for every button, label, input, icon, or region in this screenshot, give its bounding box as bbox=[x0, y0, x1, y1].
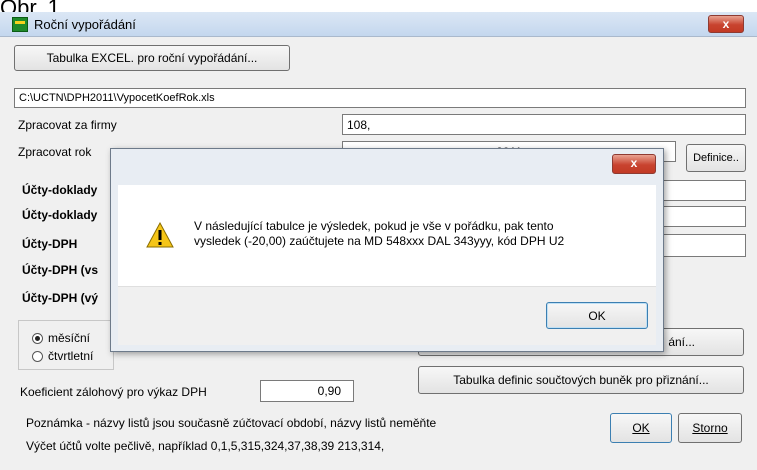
definitions-table-button[interactable]: Tabulka definic součtových buněk pro při… bbox=[418, 366, 744, 394]
ucty-dph-label: Účty-DPH bbox=[22, 237, 78, 251]
dialog-message-line-2: vysledek (-20,00) zaúčtujete na MD 548xx… bbox=[194, 234, 565, 248]
note-line-2: Výčet účtů volte pečlivě, například 0,1,… bbox=[26, 439, 385, 453]
ok-button[interactable]: OK bbox=[610, 413, 672, 443]
ucty-doklady-input-2[interactable] bbox=[660, 206, 746, 227]
quarterly-label: čtvrtletní bbox=[48, 349, 94, 363]
ucty-doklady-input-1[interactable] bbox=[660, 180, 746, 201]
figure-caption: Obr. 1 bbox=[0, 0, 60, 12]
ucty-dph-vs-label: Účty-DPH (vs bbox=[22, 263, 99, 277]
dialog-ok-button[interactable]: OK bbox=[546, 302, 648, 329]
monthly-label: měsíční bbox=[48, 331, 91, 345]
ucty-dph-input[interactable] bbox=[660, 234, 746, 257]
dialog-message-line-1: V následující tabulce je výsledek, pokud… bbox=[194, 219, 554, 233]
ucty-dph-vy-label: Účty-DPH (vý bbox=[22, 291, 99, 305]
definice-button[interactable]: Definice.. bbox=[686, 144, 746, 172]
excel-table-button[interactable]: Tabulka EXCEL. pro roční vypořádání... bbox=[14, 45, 290, 71]
monthly-radio[interactable] bbox=[32, 333, 43, 344]
dialog-close-button[interactable]: x bbox=[612, 154, 656, 174]
window-title: Roční vypořádání bbox=[34, 17, 136, 32]
app-icon bbox=[12, 17, 28, 32]
path-field[interactable]: C:\UCTN\DPH2011\VypocetKoefRok.xls bbox=[14, 88, 746, 108]
coef-input[interactable]: 0,90 bbox=[260, 380, 354, 402]
warning-icon bbox=[146, 221, 174, 251]
close-button[interactable]: x bbox=[708, 15, 744, 33]
ucty-doklady-label-1: Účty-doklady bbox=[22, 183, 98, 197]
coef-label: Koeficient zálohový pro výkaz DPH bbox=[20, 385, 207, 399]
firmy-label: Zpracovat za firmy bbox=[18, 118, 117, 132]
note-line-1: Poznámka - názvy listů jsou současně zúč… bbox=[26, 416, 437, 430]
rok-label: Zpracovat rok bbox=[18, 145, 92, 159]
storno-button[interactable]: Storno bbox=[678, 413, 742, 443]
ucty-doklady-label-2: Účty-doklady bbox=[22, 208, 98, 222]
quarterly-radio[interactable] bbox=[32, 351, 43, 362]
firmy-input[interactable]: 108, bbox=[342, 114, 746, 135]
